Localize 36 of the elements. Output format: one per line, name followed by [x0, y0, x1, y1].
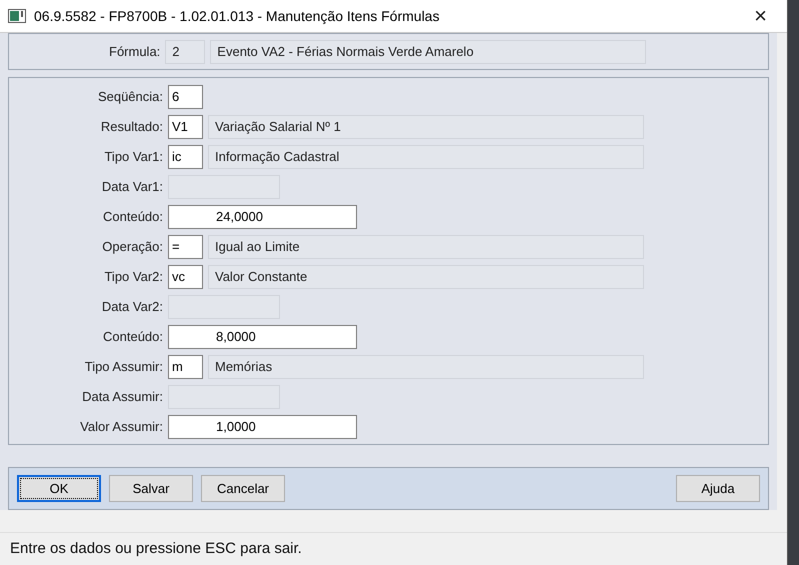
input-field[interactable]: m: [168, 355, 203, 379]
input-field[interactable]: vc: [168, 265, 203, 289]
dialog-button[interactable]: Ajuda: [676, 475, 760, 502]
close-button[interactable]: ×: [742, 5, 779, 27]
input-field[interactable]: =: [168, 235, 203, 259]
description-field: Memórias: [208, 355, 644, 379]
field-label: Data Var2:: [100, 298, 163, 316]
formula-description-field: Evento VA2 - Férias Normais Verde Amarelo: [210, 40, 646, 64]
input-field[interactable]: 1,0000: [168, 415, 357, 439]
description-field: Informação Cadastral: [208, 145, 644, 169]
window-title: 06.9.5582 - FP8700B - 1.02.01.013 - Manutenção Itens Fórmulas: [34, 6, 440, 26]
dialog-button[interactable]: Salvar: [109, 475, 193, 502]
field-label: Conteúdo:: [102, 328, 163, 346]
description-field: Variação Salarial Nº 1: [208, 115, 644, 139]
field-label: Valor Assumir:: [79, 418, 163, 436]
dialog-button[interactable]: Cancelar: [201, 475, 285, 502]
field-label: Tipo Var1:: [103, 148, 163, 166]
app-icon: [8, 9, 26, 23]
description-field: Igual ao Limite: [208, 235, 644, 259]
input-field[interactable]: 6: [168, 85, 203, 109]
description-field: Valor Constante: [208, 265, 644, 289]
field-label: Data Var1:: [100, 178, 163, 196]
dialog-button[interactable]: OK: [17, 475, 101, 502]
input-field[interactable]: 24,0000: [168, 205, 357, 229]
field-label: Conteúdo:: [102, 208, 163, 226]
input-field[interactable]: ic: [168, 145, 203, 169]
field-label: Seqüência:: [96, 88, 163, 106]
field-label: Resultado:: [100, 118, 163, 136]
field-label: Data Assumir:: [81, 388, 163, 406]
input-field[interactable]: 8,0000: [168, 325, 357, 349]
field-label: Operação:: [101, 238, 163, 256]
formula-code-field: 2: [165, 40, 206, 64]
field-label: Tipo Assumir:: [84, 358, 163, 376]
field-label: Tipo Var2:: [103, 268, 163, 286]
input-field[interactable]: V1: [168, 115, 203, 139]
field-label: Fórmula:: [109, 42, 160, 61]
